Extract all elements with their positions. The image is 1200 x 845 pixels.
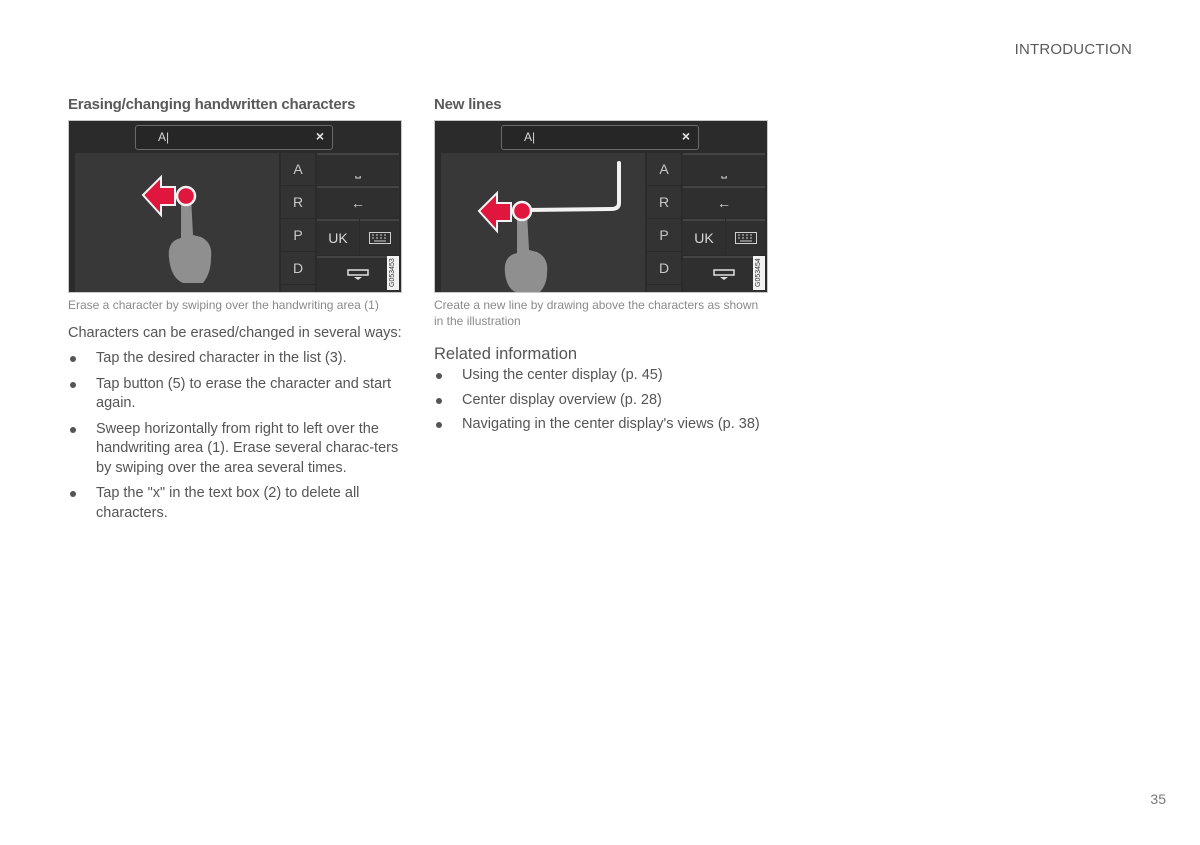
list-item: Tap the desired character in the list (3… xyxy=(68,349,403,369)
touch-point-icon xyxy=(175,185,197,207)
char-option: P xyxy=(281,219,315,252)
new-line-gesture-graphic xyxy=(477,161,621,292)
touch-point-icon xyxy=(511,200,533,222)
hand-icon xyxy=(168,192,212,283)
char-option: A xyxy=(647,153,681,186)
text-box: A| × xyxy=(135,125,333,150)
hide-keyboard-icon xyxy=(347,269,369,280)
space-key: ⎵ xyxy=(317,153,399,185)
backspace-key: ← xyxy=(683,186,765,218)
list-item: Tap the "x" in the text box (2) to delet… xyxy=(68,484,403,523)
handwriting-area xyxy=(441,153,645,292)
list-item: Tap button (5) to erase the character an… xyxy=(68,375,403,414)
drawn-stroke xyxy=(525,161,621,212)
illustration-new-line: A| × A R P D ⎵ ← UK G053454 xyxy=(434,120,768,293)
char-option: P xyxy=(647,219,681,252)
section-heading-new-lines: New lines xyxy=(434,96,502,113)
section-heading-erasing: Erasing/changing handwritten characters xyxy=(68,96,356,113)
left-arrow-icon xyxy=(141,174,176,218)
figure-code: G053453 xyxy=(387,256,399,290)
related-links-list: Using the center display (p. 45) Center … xyxy=(434,366,769,435)
backspace-icon: ← xyxy=(717,195,731,211)
backspace-key: ← xyxy=(317,186,399,218)
handwriting-area xyxy=(75,153,279,292)
char-option: A xyxy=(281,153,315,186)
char-option: D xyxy=(647,252,681,285)
clear-icon: × xyxy=(315,128,324,144)
figure-caption: Create a new line by drawing above the c… xyxy=(434,298,759,328)
related-link[interactable]: Navigating in the center display's views… xyxy=(434,415,769,435)
section-header: INTRODUCTION xyxy=(1014,41,1132,58)
space-key: ⎵ xyxy=(683,153,765,185)
related-information-heading: Related information xyxy=(434,345,578,363)
character-list: A R P D xyxy=(281,153,315,292)
space-icon: ⎵ xyxy=(355,161,361,178)
char-option: R xyxy=(647,186,681,219)
char-option: D xyxy=(281,252,315,285)
illustration-erase: A| × A R P D ⎵ ← UK G053453 xyxy=(68,120,402,293)
intro-paragraph: Characters can be erased/changed in seve… xyxy=(68,325,402,341)
keyboard-icon xyxy=(734,232,757,244)
backspace-icon: ← xyxy=(351,195,365,211)
list-item: Sweep horizontally from right to left ov… xyxy=(68,420,403,479)
related-link[interactable]: Center display overview (p. 28) xyxy=(434,391,769,411)
left-arrow-icon xyxy=(477,190,512,234)
page-number: 35 xyxy=(1150,791,1166,807)
text-box: A| × xyxy=(501,125,699,150)
keyboard-key xyxy=(726,219,765,255)
clear-icon: × xyxy=(681,128,690,144)
space-icon: ⎵ xyxy=(721,161,727,178)
related-link[interactable]: Using the center display (p. 45) xyxy=(434,366,769,386)
hide-keyboard-icon xyxy=(713,269,735,280)
text-box-value: A| xyxy=(524,130,536,144)
right-column: New lines A| × A R P D ⎵ ← UK G053454 Cr… xyxy=(434,96,769,440)
swipe-gesture-graphic xyxy=(141,174,212,283)
language-key: UK xyxy=(683,219,725,255)
keyboard-key xyxy=(360,219,399,255)
language-key: UK xyxy=(317,219,359,255)
left-column: Erasing/changing handwritten characters … xyxy=(68,96,403,529)
char-option: R xyxy=(281,186,315,219)
figure-code: G053454 xyxy=(753,256,765,290)
text-box-value: A| xyxy=(158,130,170,144)
keyboard-icon xyxy=(368,232,391,244)
erase-methods-list: Tap the desired character in the list (3… xyxy=(68,349,403,523)
character-list: A R P D xyxy=(647,153,681,292)
figure-caption: Erase a character by swiping over the ha… xyxy=(68,298,379,312)
